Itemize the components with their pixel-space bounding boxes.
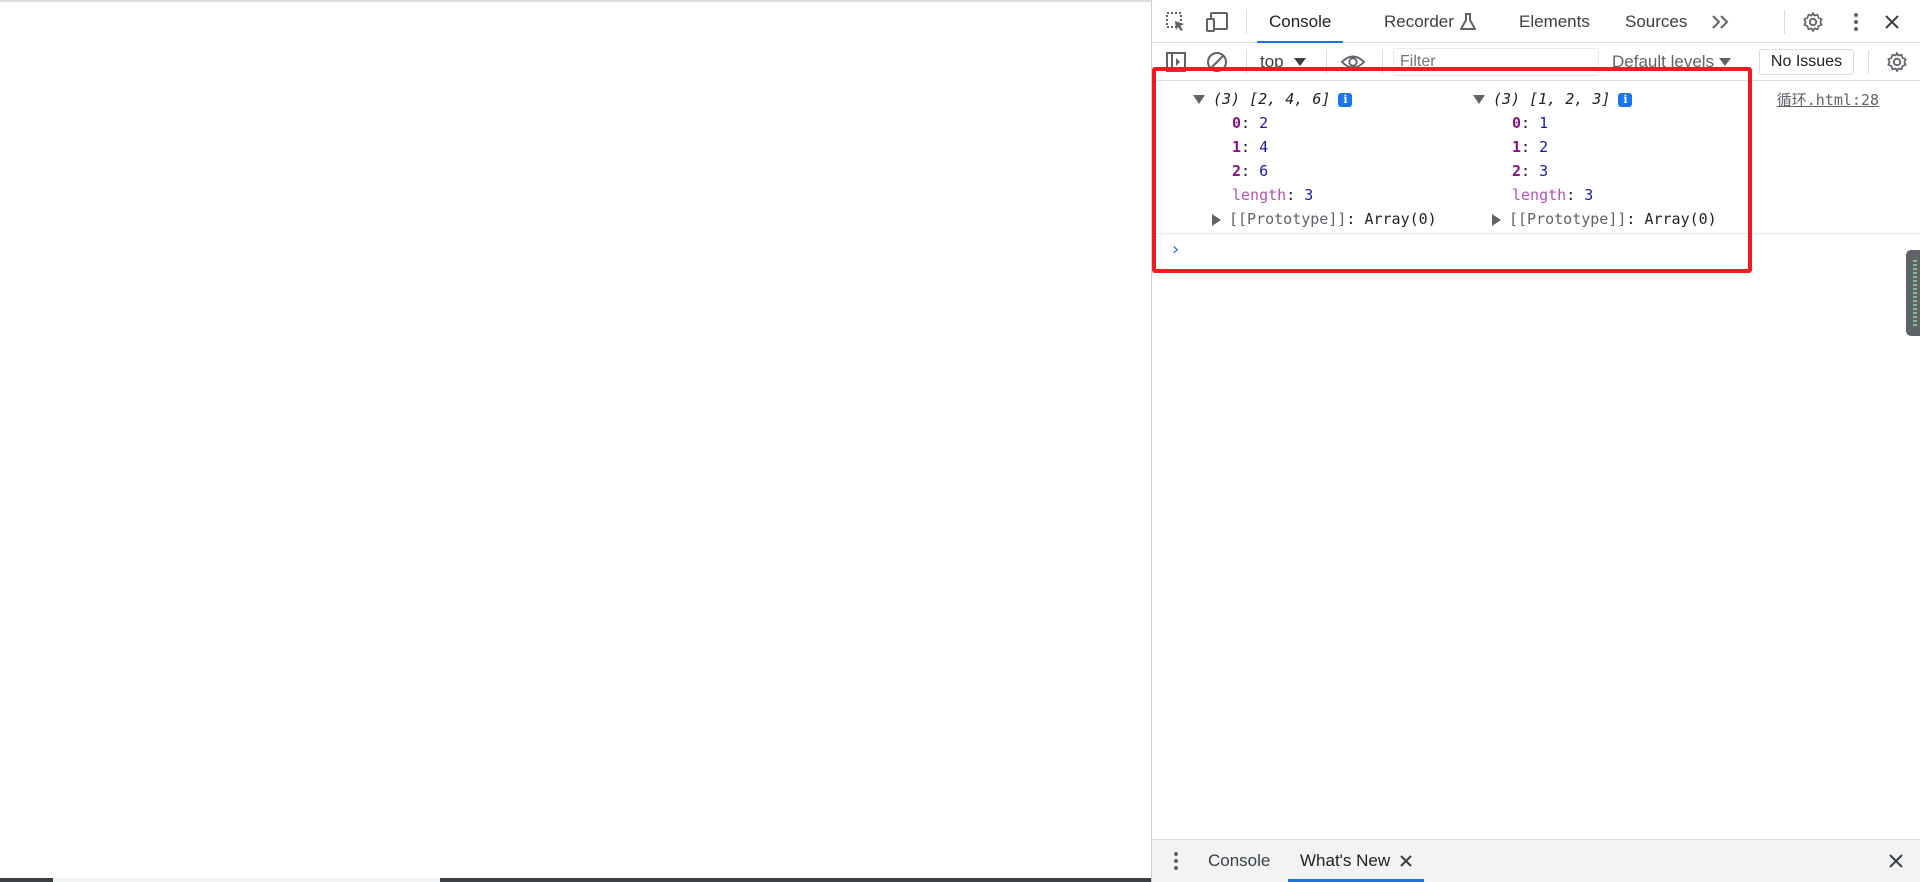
toolbar-divider: [1868, 50, 1869, 74]
toolbar-divider: [1382, 50, 1383, 74]
array-entry: 1: 2: [1512, 138, 1549, 156]
expand-triangle-icon[interactable]: [1492, 213, 1501, 226]
entry-key: 0: [1512, 114, 1522, 132]
array-entry: 0: 2: [1232, 114, 1269, 132]
drawer-tab-whats-new-label: What's New: [1300, 851, 1391, 870]
flask-icon: [1459, 12, 1476, 31]
entry-key: 1: [1512, 138, 1522, 156]
page-bottom-strip: [0, 878, 1151, 882]
entry-key: 2: [1232, 162, 1242, 180]
page-bottom-segment: [440, 878, 1151, 882]
tab-sources[interactable]: Sources: [1613, 0, 1699, 43]
context-selector[interactable]: top: [1260, 50, 1306, 74]
device-toolbar-icon[interactable]: [1205, 10, 1229, 34]
array-summary-text: (3) [2, 4, 6]: [1213, 90, 1331, 108]
clear-console-icon[interactable]: [1205, 50, 1229, 74]
length-key: length: [1512, 186, 1567, 204]
settings-icon[interactable]: [1801, 10, 1825, 34]
entry-value: 4: [1259, 138, 1269, 156]
filter-input[interactable]: [1393, 48, 1599, 76]
tab-sources-label: Sources: [1625, 11, 1688, 31]
tab-console-label: Console: [1269, 11, 1332, 31]
more-tabs-icon[interactable]: [1709, 10, 1733, 34]
entry-value: 6: [1259, 162, 1269, 180]
page-viewport: [0, 0, 1151, 882]
length-key: length: [1232, 186, 1287, 204]
drawer-tab-console[interactable]: Console: [1196, 840, 1282, 882]
array-entry: 2: 3: [1512, 162, 1549, 180]
length-value: 3: [1304, 186, 1314, 204]
entry-value: 2: [1259, 114, 1269, 132]
issues-label: No Issues: [1770, 53, 1843, 70]
tab-elements[interactable]: Elements: [1507, 0, 1602, 43]
devtools-tabbar: Console Recorder Elements Sources: [1152, 0, 1920, 44]
info-icon[interactable]: i: [1338, 92, 1353, 107]
tab-recorder-label: Recorder: [1384, 11, 1454, 31]
log-levels-label: Default levels: [1612, 52, 1715, 71]
prototype-value: Array(0): [1364, 210, 1437, 228]
page-top-border: [0, 0, 1151, 2]
toolbar-divider: [1326, 50, 1327, 74]
array-length: length: 3: [1232, 186, 1314, 204]
length-value: 3: [1584, 186, 1594, 204]
console-prompt[interactable]: ›: [1170, 239, 1181, 260]
close-icon[interactable]: [1880, 10, 1904, 34]
prototype-key: [[Prototype]]: [1509, 210, 1627, 228]
prototype-key: [[Prototype]]: [1229, 210, 1347, 228]
array-summary-text: (3) [1, 2, 3]: [1493, 90, 1611, 108]
console-toolbar: top Default levels No Issues: [1152, 43, 1920, 81]
entry-key: 2: [1512, 162, 1522, 180]
close-drawer-icon[interactable]: [1884, 849, 1908, 873]
expand-triangle-icon[interactable]: [1193, 95, 1205, 104]
live-expression-eye-icon[interactable]: [1341, 50, 1365, 74]
scroll-minimap: [1913, 260, 1917, 326]
tab-console[interactable]: Console: [1257, 0, 1344, 44]
entry-value: 3: [1539, 162, 1549, 180]
toolbar-divider: [1246, 10, 1247, 34]
sidebar-toggle-icon[interactable]: [1164, 50, 1188, 74]
entry-value: 2: [1539, 138, 1549, 156]
chevron-down-icon: [1719, 58, 1732, 66]
console-message: 循环.html:28 (3) [2, 4, 6] i 0: 2 1: 4 2: 6…: [1152, 81, 1920, 234]
entry-value: 1: [1539, 114, 1549, 132]
expand-triangle-icon[interactable]: [1212, 213, 1221, 226]
drawer-tab-whats-new[interactable]: What's New: [1288, 840, 1425, 882]
array-length: length: 3: [1512, 186, 1594, 204]
array-entry: 2: 6: [1232, 162, 1269, 180]
console-output: 循环.html:28 (3) [2, 4, 6] i 0: 2 1: 4 2: 6…: [1152, 81, 1920, 839]
tab-elements-label: Elements: [1519, 11, 1590, 31]
scrollbar-thumb[interactable]: [1906, 250, 1920, 336]
array-summary[interactable]: (3) [2, 4, 6] i: [1193, 89, 1353, 109]
console-settings-icon[interactable]: [1885, 50, 1909, 74]
log-levels-dropdown[interactable]: Default levels: [1612, 50, 1732, 74]
source-link[interactable]: 循环.html:28: [1777, 89, 1879, 110]
prototype-value: Array(0): [1644, 210, 1717, 228]
info-icon[interactable]: i: [1618, 92, 1633, 107]
close-tab-icon[interactable]: [1400, 855, 1412, 867]
expand-triangle-icon[interactable]: [1473, 95, 1485, 104]
page-bottom-segment: [0, 878, 53, 882]
tab-recorder[interactable]: Recorder: [1372, 0, 1488, 43]
inspect-element-icon[interactable]: [1164, 10, 1188, 34]
array-entry: 1: 4: [1232, 138, 1269, 156]
array-prototype[interactable]: [[Prototype]]: Array(0): [1492, 209, 1717, 229]
issues-button[interactable]: No Issues: [1759, 49, 1854, 75]
toolbar-divider: [1784, 10, 1785, 34]
array-entry: 0: 1: [1512, 114, 1549, 132]
context-selector-label: top: [1260, 52, 1284, 71]
more-options-icon[interactable]: [1844, 10, 1868, 34]
drawer-tab-console-label: Console: [1208, 851, 1271, 870]
array-summary[interactable]: (3) [1, 2, 3] i: [1473, 89, 1633, 109]
drawer-menu-icon[interactable]: [1164, 849, 1188, 873]
bottom-drawer: Console What's New: [1152, 839, 1920, 882]
chevron-down-icon: [1293, 58, 1306, 66]
toolbar-divider: [1246, 50, 1247, 74]
array-prototype[interactable]: [[Prototype]]: Array(0): [1212, 209, 1437, 229]
entry-key: 1: [1232, 138, 1242, 156]
entry-key: 0: [1232, 114, 1242, 132]
devtools-panel: Console Recorder Elements Sources top Fi…: [1151, 0, 1920, 882]
